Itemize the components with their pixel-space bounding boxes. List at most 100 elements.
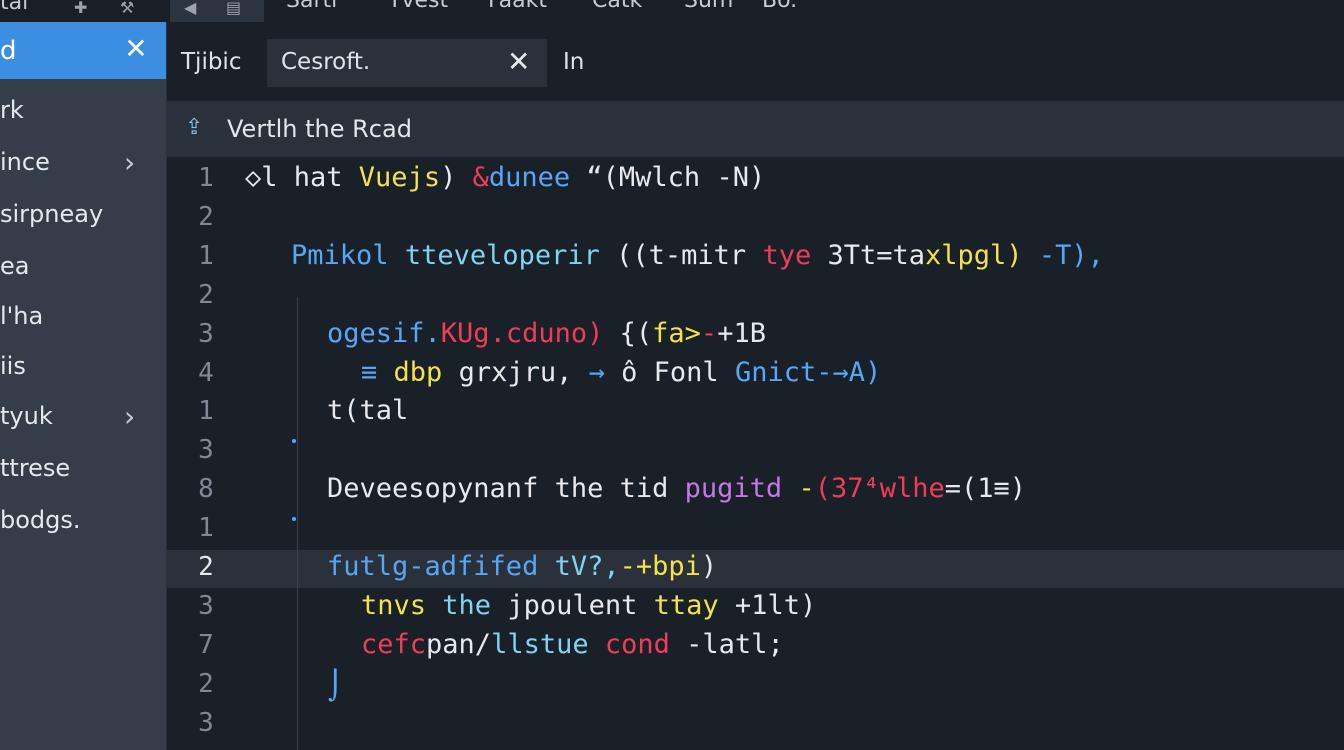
app-window: tal ✚ ⚒ ◀ ▤ Sarti Tvest Faakt Catk Sum B…: [0, 0, 1344, 750]
sidebar-item-label: l'ha: [0, 302, 44, 330]
line-number[interactable]: 3: [191, 319, 221, 349]
sidebar-item-label: ttrese: [0, 454, 71, 482]
menu-item-bo[interactable]: Bo.: [762, 0, 797, 13]
code-token: cond: [604, 628, 670, 660]
menu-item-tvest[interactable]: Tvest: [388, 0, 448, 13]
code-token: -T),: [1038, 239, 1104, 271]
code-line[interactable]: cefcpan/llstue cond -latl;: [361, 629, 784, 660]
tab-tjibic[interactable]: Tjibic: [167, 39, 263, 87]
chevron-right-icon[interactable]: ›: [124, 146, 135, 179]
menu-bar-lead-label[interactable]: tal: [0, 0, 28, 15]
sidebar-item-label: sirpneay: [0, 200, 104, 228]
tab-cesroft[interactable]: Cesroft. ✕: [267, 39, 547, 87]
indent-guide: [297, 297, 298, 587]
line-number[interactable]: 3: [191, 591, 221, 621]
sidebar-item[interactable]: ea: [0, 248, 166, 288]
code-token: dunee: [488, 162, 571, 193]
sidebar-item-label: bodgs.: [0, 506, 81, 534]
code-line[interactable]: futlg-adfifed tV?,-+bpi): [327, 551, 717, 582]
fold-marker[interactable]: [292, 517, 296, 521]
menu-item-faakt[interactable]: Faakt: [488, 0, 547, 13]
sidebar-item[interactable]: sirpneay: [0, 196, 166, 236]
tab-label: In: [563, 49, 585, 75]
menu-item-sum[interactable]: Sum: [684, 0, 733, 13]
tab-in[interactable]: In: [557, 39, 617, 87]
tab-label: Tjibic: [181, 49, 242, 75]
code-token: ): [700, 551, 718, 582]
menu-item-sarti[interactable]: Sarti: [286, 0, 337, 13]
code-line[interactable]: ogesif.KUg.cduno) {(fa>-+1B: [327, 318, 766, 349]
folder-up-icon[interactable]: ⇪: [185, 115, 203, 140]
line-number[interactable]: 1: [191, 241, 221, 271]
tab-label: Cesroft.: [281, 49, 371, 75]
line-number[interactable]: 3: [191, 708, 221, 738]
sidebar-item[interactable]: ince ›: [0, 144, 166, 184]
sidebar: d ✕ rk ince › sirpneay ea l'ha iis tyuk › ttrese b…: [0, 22, 167, 750]
code-token: -latl;: [669, 628, 784, 660]
code-token: &: [472, 162, 489, 193]
line-number[interactable]: 2: [191, 552, 221, 582]
code-token: grxjru,: [442, 356, 573, 388]
sidebar-item[interactable]: ttrese: [0, 450, 166, 490]
code-token: tteveloperir: [404, 239, 600, 271]
code-token: ((t-mitr: [599, 239, 763, 271]
add-icon[interactable]: ✚: [74, 0, 96, 18]
code-token: ≡: [361, 356, 378, 388]
line-number[interactable]: 2: [191, 280, 221, 310]
back-icon[interactable]: ◀: [184, 0, 206, 18]
code-line[interactable]: ◇l hat Vuejs) &dunee “(Mwlch -N): [245, 162, 765, 193]
sidebar-item[interactable]: rk: [0, 92, 166, 132]
code-editor[interactable]: ⌡ 1 2 1 2 3 4 1 3 8 1 2 3 7 2 3 ◇l hat Vuejs) &dunee “(…: [167, 157, 1344, 750]
code-token: pan/: [426, 628, 492, 660]
sidebar-item[interactable]: bodgs.: [0, 502, 166, 542]
document-icon[interactable]: ▤: [226, 0, 248, 18]
code-token: xlpgl): [925, 239, 1023, 271]
code-token: “(Mwlch -N): [570, 162, 766, 193]
code-token: tV?,: [554, 551, 620, 582]
sidebar-item[interactable]: l'ha: [0, 298, 166, 338]
sidebar-title: d: [0, 36, 17, 66]
breadcrumb-label[interactable]: Vertlh the Rcad: [227, 115, 412, 143]
wrench-icon[interactable]: ⚒: [120, 0, 142, 18]
chevron-right-icon[interactable]: ›: [124, 400, 135, 433]
fold-marker[interactable]: [292, 439, 296, 443]
code-line[interactable]: t(tal: [327, 395, 408, 426]
code-token: llstue: [491, 628, 589, 660]
line-number[interactable]: 3: [191, 435, 221, 465]
sidebar-item[interactable]: tyuk ›: [0, 398, 166, 438]
tab-bar: Tjibic Cesroft. ✕ In: [167, 22, 1344, 101]
code-token: the: [442, 589, 492, 621]
code-token: →: [572, 356, 622, 388]
code-token: fa>: [652, 317, 701, 349]
sidebar-item-label: ince: [0, 148, 50, 176]
code-token: +1lt): [718, 589, 817, 621]
line-number[interactable]: 4: [191, 358, 221, 388]
sidebar-item[interactable]: iis: [0, 348, 166, 388]
code-token: KUg.cduno): [440, 317, 604, 349]
line-number[interactable]: 2: [191, 669, 221, 699]
line-number[interactable]: 2: [191, 202, 221, 232]
code-token: futlg-adfifed: [327, 551, 539, 582]
code-line[interactable]: tnvs the jpoulent ttay +1lt): [361, 590, 816, 621]
line-number[interactable]: 8: [191, 474, 221, 504]
breadcrumb: ⇪ Vertlh the Rcad: [167, 101, 1344, 157]
line-number[interactable]: 7: [191, 630, 221, 660]
code-line[interactable]: Pmikol tteveloperir ((t-mitr tye 3Tt=tax…: [291, 240, 1104, 271]
code-line[interactable]: ≡ dbp grxjru, → ô Fonl Gnict-→A): [361, 357, 881, 388]
menu-item-catk[interactable]: Catk: [592, 0, 642, 13]
code-token: t(tal: [327, 395, 409, 427]
toolbar-group: ◀ ▤: [170, 0, 264, 22]
line-number[interactable]: 1: [191, 513, 221, 543]
sidebar-header[interactable]: d ✕: [0, 22, 166, 79]
line-number[interactable]: 1: [191, 163, 221, 193]
code-line[interactable]: Deveesopynanf the tid pugitd -(37⁴wlhe=(…: [327, 473, 1026, 504]
code-token: ogesif.: [327, 317, 441, 349]
line-number[interactable]: 1: [191, 396, 221, 426]
close-icon[interactable]: ✕: [121, 34, 151, 64]
close-tab-icon[interactable]: ✕: [507, 45, 530, 78]
code-token: cefc: [361, 628, 427, 660]
